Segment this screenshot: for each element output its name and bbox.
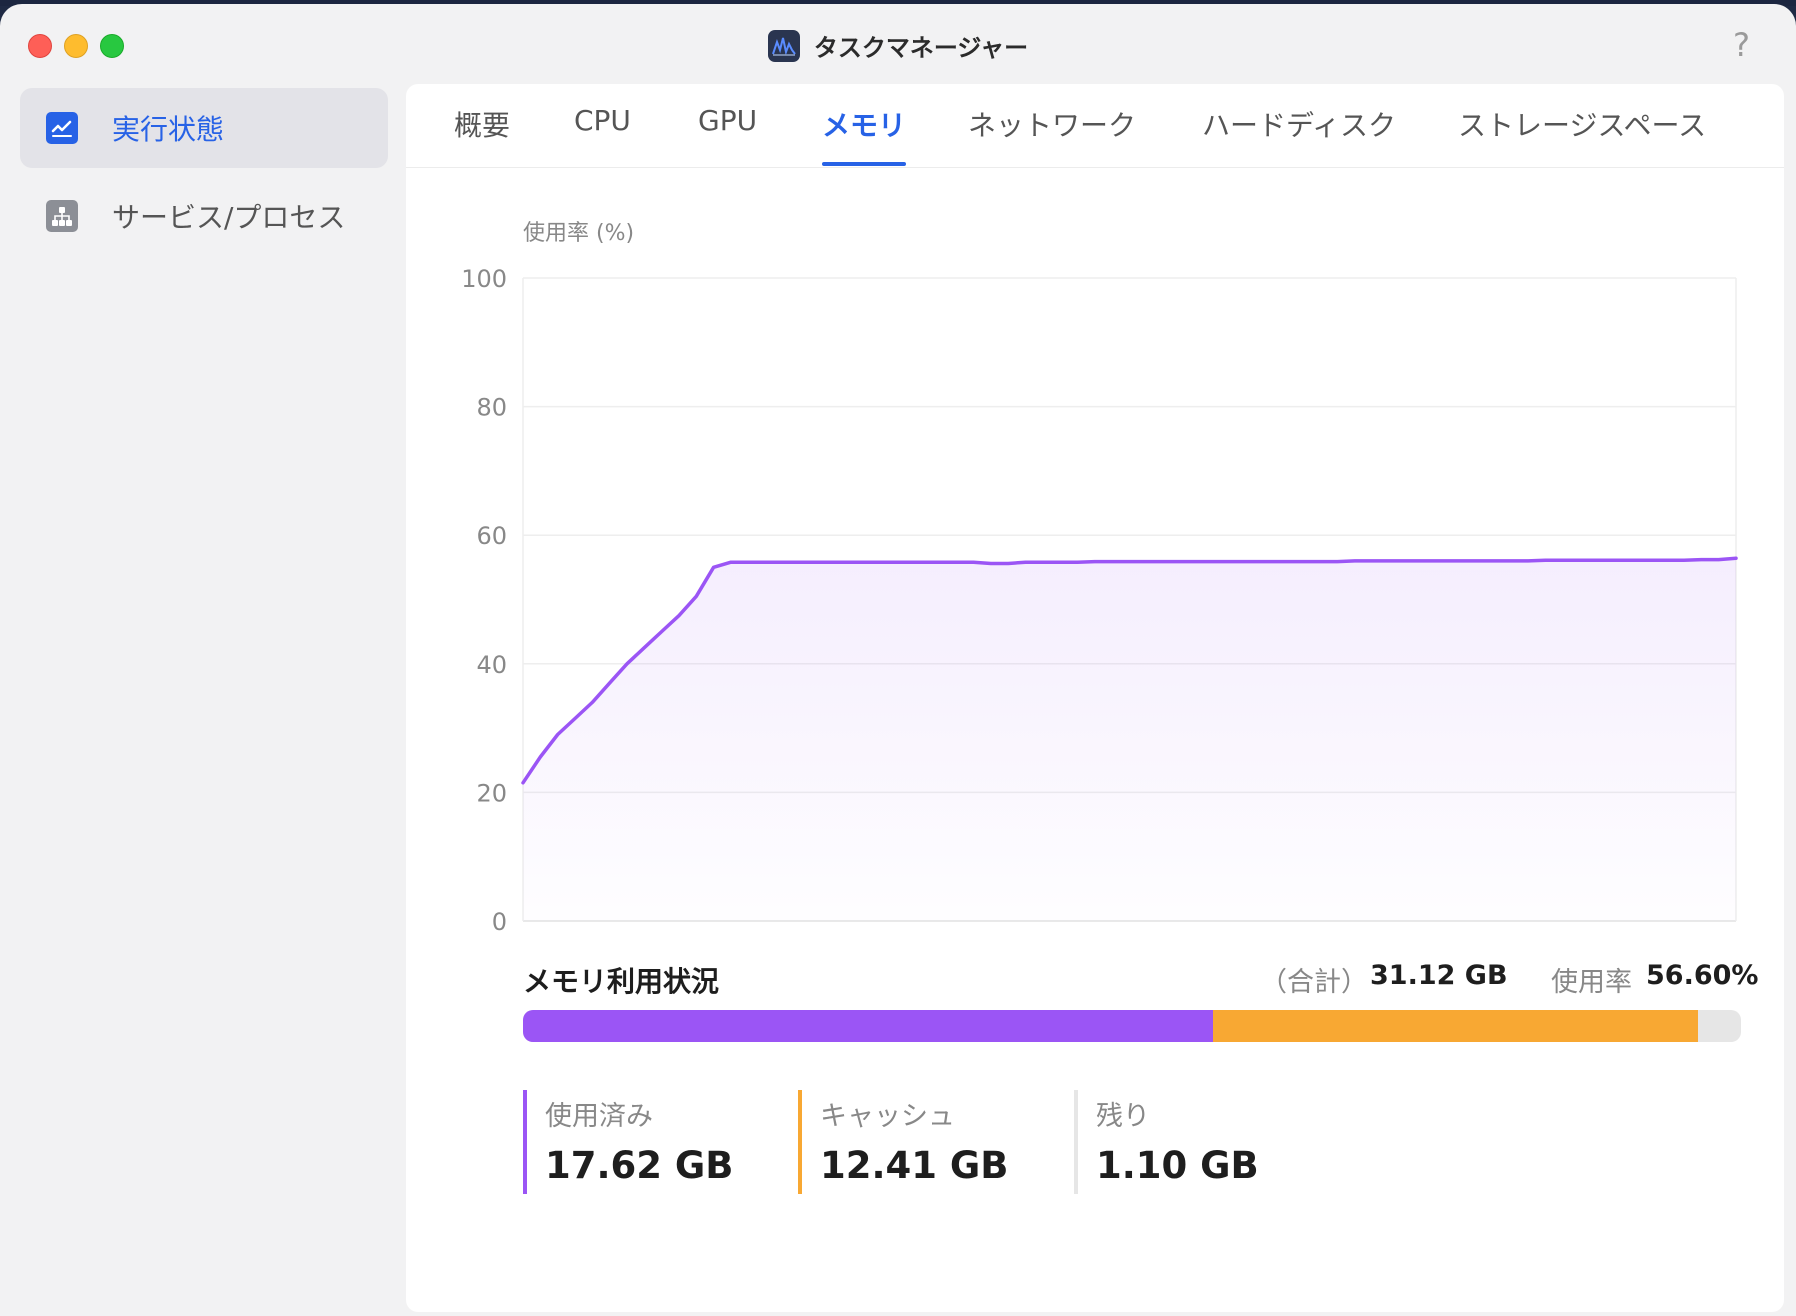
chart-y-tick-label: 60 — [476, 522, 507, 550]
sidebar: 実行状態 サービス/プロセス — [0, 84, 406, 1316]
title-bar: タスクマネージャー ? — [0, 4, 1796, 84]
window-title: タスクマネージャー — [813, 34, 1029, 62]
memory-usage-chart: 使用率 (%) 100 80 60 40 20 0 — [461, 221, 1738, 936]
stat-color-marker — [523, 1090, 527, 1194]
stat-cache: キャッシュ 12.41 GB — [798, 1090, 1009, 1194]
sidebar-item-label: 実行状態 — [112, 113, 225, 146]
sidebar-item-services[interactable]: サービス/プロセス — [20, 176, 388, 256]
chart-y-tick-label: 0 — [492, 908, 507, 936]
chart-line-icon — [46, 112, 78, 144]
chart-y-tick-label: 40 — [476, 651, 507, 679]
stat-label: キャッシュ — [820, 1101, 955, 1132]
stat-value: 17.62 GB — [545, 1144, 734, 1187]
stat-used: 使用済み 17.62 GB — [523, 1090, 734, 1194]
chart-y-tick-label: 20 — [476, 779, 507, 807]
stat-value: 1.10 GB — [1096, 1144, 1259, 1187]
stat-color-marker — [798, 1090, 802, 1194]
help-button[interactable]: ? — [1733, 26, 1750, 64]
usage-rate-label: 使用率 — [1551, 967, 1632, 998]
hierarchy-icon — [46, 200, 78, 232]
sidebar-item-status[interactable]: 実行状態 — [20, 88, 388, 168]
sidebar-item-label: サービス/プロセス — [112, 201, 346, 234]
main-panel: 概要 CPU GPU メモリ ネットワーク ハードディスク ストレージスペース … — [406, 84, 1784, 1312]
total-value: 31.12 GB — [1370, 960, 1508, 991]
chart-y-tick-label: 100 — [461, 265, 507, 293]
usage-rate-value: 56.60% — [1646, 960, 1759, 991]
chart-y-tick-label: 80 — [476, 394, 507, 422]
chart-y-axis-label: 使用率 (%) — [523, 221, 634, 246]
stat-color-marker — [1074, 1090, 1078, 1194]
window-title-group: タスクマネージャー — [0, 28, 1796, 63]
stat-label: 使用済み — [545, 1101, 653, 1132]
stat-free: 残り 1.10 GB — [1074, 1090, 1259, 1194]
stat-label: 残り — [1096, 1101, 1150, 1132]
memory-usage-bar — [523, 1010, 1741, 1042]
memory-usage-title: メモリ利用状況 — [523, 965, 720, 998]
task-manager-window: タスクマネージャー ? 実行状態 サービス/プロセス 概要 CPU GPU メモ… — [0, 4, 1796, 1316]
total-label: （合計） — [1260, 967, 1368, 998]
chart-area-fill — [523, 558, 1736, 921]
stat-value: 12.41 GB — [820, 1144, 1009, 1187]
task-manager-app-icon — [767, 29, 800, 62]
memory-bar-cache-segment — [1212, 1010, 1699, 1042]
memory-bar-used-segment — [523, 1010, 1213, 1042]
